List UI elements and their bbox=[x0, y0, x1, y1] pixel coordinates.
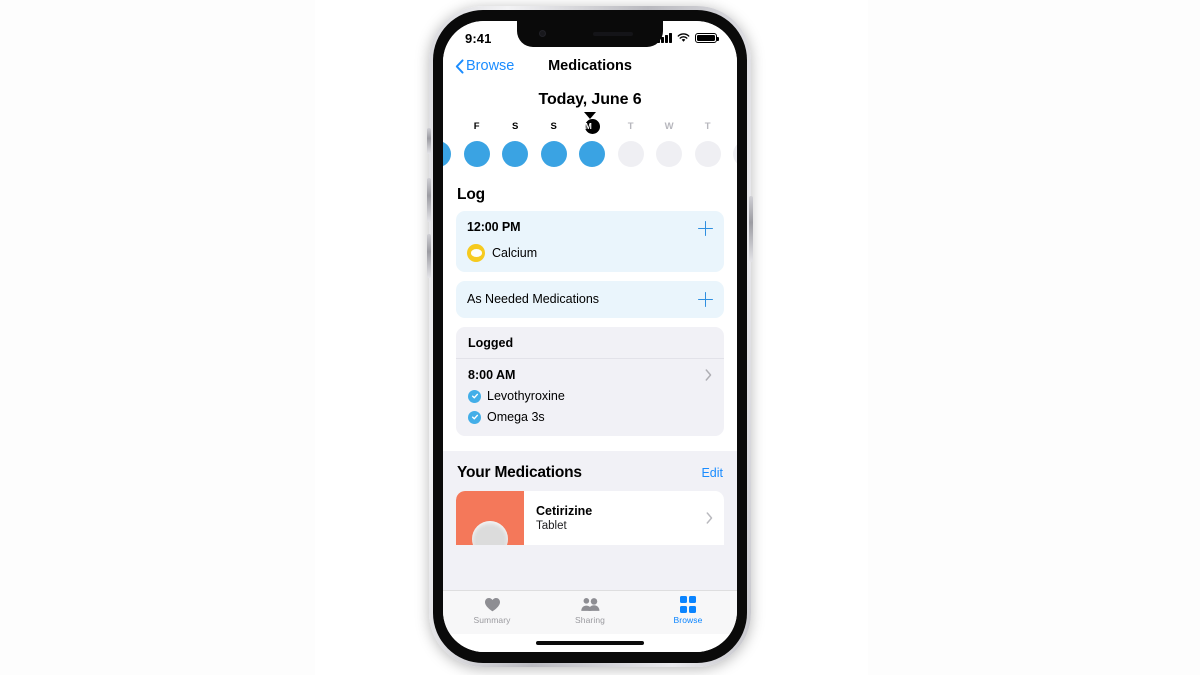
day-cell-clipped-right[interactable] bbox=[727, 120, 737, 167]
scroll-content[interactable]: Today, June 6 F S S M T W T Log 12:00 PM… bbox=[443, 81, 737, 590]
day-dot bbox=[502, 140, 529, 167]
power-button[interactable] bbox=[749, 196, 753, 262]
chevron-left-icon bbox=[455, 58, 464, 74]
back-button[interactable]: Browse bbox=[455, 58, 514, 74]
phone-bezel: 9:41 Browse Medications Today, June 6 F … bbox=[427, 10, 753, 663]
tab-bar: Summary Sharing Browse bbox=[443, 590, 737, 634]
scheduled-medication-name: Calcium bbox=[492, 246, 538, 260]
logged-medication-item[interactable]: Levothyroxine bbox=[468, 389, 712, 403]
medication-text: Cetirizine Tablet bbox=[536, 504, 592, 532]
caret-down-icon bbox=[584, 112, 596, 119]
check-circle-icon bbox=[468, 410, 481, 424]
as-needed-label: As Needed Medications bbox=[467, 292, 600, 306]
status-bar-clock: 9:41 bbox=[465, 30, 492, 46]
medication-list-item[interactable]: Cetirizine Tablet bbox=[456, 491, 724, 545]
your-medications-title: Your Medications bbox=[457, 464, 582, 481]
home-indicator[interactable] bbox=[443, 634, 737, 652]
navigation-bar: Browse Medications bbox=[443, 51, 737, 81]
day-letter: S bbox=[511, 120, 519, 132]
tab-browse[interactable]: Browse bbox=[639, 596, 737, 625]
logged-card[interactable]: Logged 8:00 AM Levothyroxine Omega 3s bbox=[456, 327, 724, 436]
day-selector-row: F S S M T W T bbox=[443, 119, 737, 167]
section-spacer bbox=[443, 436, 737, 451]
day-cell-sunday[interactable]: S bbox=[535, 120, 574, 167]
scheduled-medication-row[interactable]: Calcium bbox=[467, 244, 713, 262]
plus-icon[interactable] bbox=[698, 292, 713, 307]
silent-switch[interactable] bbox=[427, 128, 431, 154]
day-letter-selected: M bbox=[584, 119, 600, 134]
log-section-title: Log bbox=[457, 186, 485, 203]
as-needed-row: As Needed Medications bbox=[467, 290, 713, 308]
scheduled-dose-card[interactable]: 12:00 PM Calcium bbox=[456, 211, 724, 272]
day-dot bbox=[540, 140, 567, 167]
grid-icon bbox=[679, 596, 697, 613]
as-needed-medications-card[interactable]: As Needed Medications bbox=[456, 281, 724, 318]
phone-screen: 9:41 Browse Medications Today, June 6 F … bbox=[443, 21, 737, 652]
iphone-device-frame: 9:41 Browse Medications Today, June 6 F … bbox=[427, 6, 753, 667]
tab-sharing-label: Sharing bbox=[575, 615, 605, 625]
left-margin bbox=[0, 0, 315, 675]
day-dot bbox=[617, 140, 644, 167]
logged-dose-row[interactable]: 8:00 AM bbox=[468, 368, 712, 382]
day-dot bbox=[733, 140, 737, 167]
tablet-pill-icon bbox=[456, 491, 524, 545]
tab-summary-label: Summary bbox=[473, 615, 511, 625]
day-dot bbox=[694, 140, 721, 167]
screenshot-stage: 9:41 Browse Medications Today, June 6 F … bbox=[0, 0, 1200, 675]
check-circle-icon bbox=[468, 389, 481, 403]
date-header[interactable]: Today, June 6 bbox=[443, 81, 737, 111]
heart-icon bbox=[484, 596, 501, 613]
wifi-icon bbox=[677, 33, 690, 42]
day-cell-tuesday[interactable]: T bbox=[612, 120, 651, 167]
day-letter: S bbox=[550, 120, 558, 132]
logged-medication-name: Levothyroxine bbox=[487, 389, 565, 403]
right-margin bbox=[868, 0, 1200, 675]
scheduled-dose-header: 12:00 PM bbox=[467, 220, 713, 236]
tab-summary[interactable]: Summary bbox=[443, 596, 541, 625]
plus-icon[interactable] bbox=[698, 221, 713, 236]
logged-card-header: Logged bbox=[456, 327, 724, 359]
day-dot bbox=[463, 140, 490, 167]
medication-info: Cetirizine Tablet bbox=[524, 491, 724, 545]
day-letter: W bbox=[664, 120, 674, 132]
tab-sharing[interactable]: Sharing bbox=[541, 596, 639, 625]
chevron-right-icon bbox=[706, 512, 713, 524]
day-cell-thursday[interactable]: T bbox=[689, 120, 728, 167]
logged-dose-time: 8:00 AM bbox=[468, 368, 516, 382]
chevron-right-icon bbox=[705, 369, 712, 381]
tab-browse-label: Browse bbox=[673, 615, 703, 625]
edit-button[interactable]: Edit bbox=[701, 466, 723, 480]
logged-medication-item[interactable]: Omega 3s bbox=[468, 410, 712, 424]
day-cell-saturday[interactable]: S bbox=[496, 120, 535, 167]
medication-name: Cetirizine bbox=[536, 504, 593, 518]
day-cell-wednesday[interactable]: W bbox=[650, 120, 689, 167]
volume-up-button[interactable] bbox=[427, 178, 431, 222]
day-dot-selected bbox=[579, 141, 606, 167]
volume-down-button[interactable] bbox=[427, 234, 431, 278]
status-bar-indicators bbox=[657, 32, 720, 44]
logged-medication-name: Omega 3s bbox=[487, 410, 545, 424]
front-camera-icon bbox=[539, 30, 546, 37]
day-letter: T bbox=[627, 120, 634, 132]
day-selector-strip[interactable]: F S S M T W T bbox=[443, 119, 737, 175]
medication-form: Tablet bbox=[536, 520, 567, 532]
day-cell-monday-today[interactable]: M bbox=[573, 119, 612, 167]
day-cell-clipped-left[interactable] bbox=[443, 120, 458, 167]
day-letter: F bbox=[473, 120, 480, 132]
pill-capsule-icon bbox=[467, 244, 485, 262]
people-icon bbox=[580, 596, 600, 613]
day-letter: T bbox=[704, 120, 711, 132]
day-dot bbox=[443, 140, 452, 167]
earpiece-speaker bbox=[593, 32, 633, 36]
day-dot bbox=[656, 140, 683, 167]
your-medications-section: Your Medications Edit Cetirizine Tablet bbox=[443, 451, 737, 590]
day-cell-friday[interactable]: F bbox=[458, 120, 497, 167]
back-button-label: Browse bbox=[466, 58, 515, 74]
display-notch bbox=[517, 21, 663, 47]
your-medications-header: Your Medications Edit bbox=[443, 464, 737, 491]
scheduled-dose-time: 12:00 PM bbox=[467, 220, 521, 234]
logged-card-body: 8:00 AM Levothyroxine Omega 3s bbox=[456, 359, 724, 436]
battery-icon bbox=[695, 32, 720, 44]
